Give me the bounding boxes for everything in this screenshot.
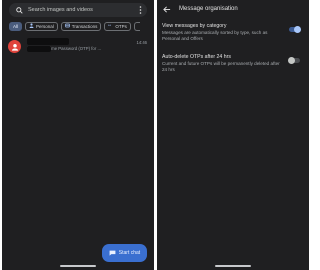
setting-description: Messages are automatically sorted by typ…: [162, 30, 268, 41]
chip-transactions-label: Transactions: [71, 24, 98, 29]
chip-more[interactable]: [133, 22, 140, 31]
setting-view-by-category[interactable]: View messages by category Messages are a…: [162, 23, 304, 41]
back-arrow-icon[interactable]: [162, 4, 172, 14]
chip-personal[interactable]: Personal: [25, 22, 58, 31]
app-bar: Message organisation: [157, 2, 309, 16]
setting-auto-delete-otps[interactable]: Auto-delete OTPs after 24 hrs Current an…: [162, 54, 304, 72]
settings-screen: Message organisation View messages by ca…: [157, 0, 309, 270]
search-icon: [14, 5, 24, 15]
setting-title: View messages by category: [162, 23, 227, 29]
message-time: 14:46: [136, 40, 147, 45]
chip-personal-label: Personal: [36, 24, 54, 29]
toggle-knob: [294, 26, 301, 33]
category-toggle[interactable]: [289, 26, 301, 33]
person-avatar-icon: [11, 43, 18, 51]
more-options-icon[interactable]: [136, 5, 144, 15]
search-placeholder: Search images and videos: [28, 7, 93, 13]
setting-description: Current and future OTPs will be permanen…: [162, 61, 280, 72]
chip-transactions[interactable]: Transactions: [60, 22, 102, 31]
chip-otps-label: OTPs: [115, 24, 127, 29]
start-chat-label: Start chat: [118, 250, 141, 256]
chip-all[interactable]: All: [9, 22, 23, 31]
conversation-row[interactable]: is the One Time Password (OTP) for ... 1…: [8, 38, 152, 56]
chip-all-label: All: [13, 24, 19, 29]
category-chips: All Personal Transactions ** OTPs: [9, 22, 140, 31]
toggle-knob: [288, 57, 295, 64]
chip-otps[interactable]: ** OTPs: [104, 22, 131, 31]
setting-title: Auto-delete OTPs after 24 hrs: [162, 54, 231, 60]
receipt-icon: [64, 23, 70, 30]
gesture-handle: [215, 265, 251, 267]
page-title: Message organisation: [179, 6, 238, 12]
gesture-handle: [60, 265, 96, 267]
chat-icon: [109, 250, 116, 256]
search-bar[interactable]: Search images and videos: [9, 3, 147, 17]
redacted-sender: [27, 38, 69, 45]
otp-icon: **: [108, 23, 113, 30]
avatar: [8, 40, 21, 53]
auto-delete-toggle[interactable]: [288, 57, 300, 64]
svg-text:**: **: [108, 23, 112, 28]
start-chat-button[interactable]: Start chat: [102, 244, 147, 262]
redacted-snippet: [27, 46, 51, 52]
messages-screen: Search images and videos All Personal Tr…: [2, 0, 154, 270]
person-icon: [29, 23, 34, 30]
